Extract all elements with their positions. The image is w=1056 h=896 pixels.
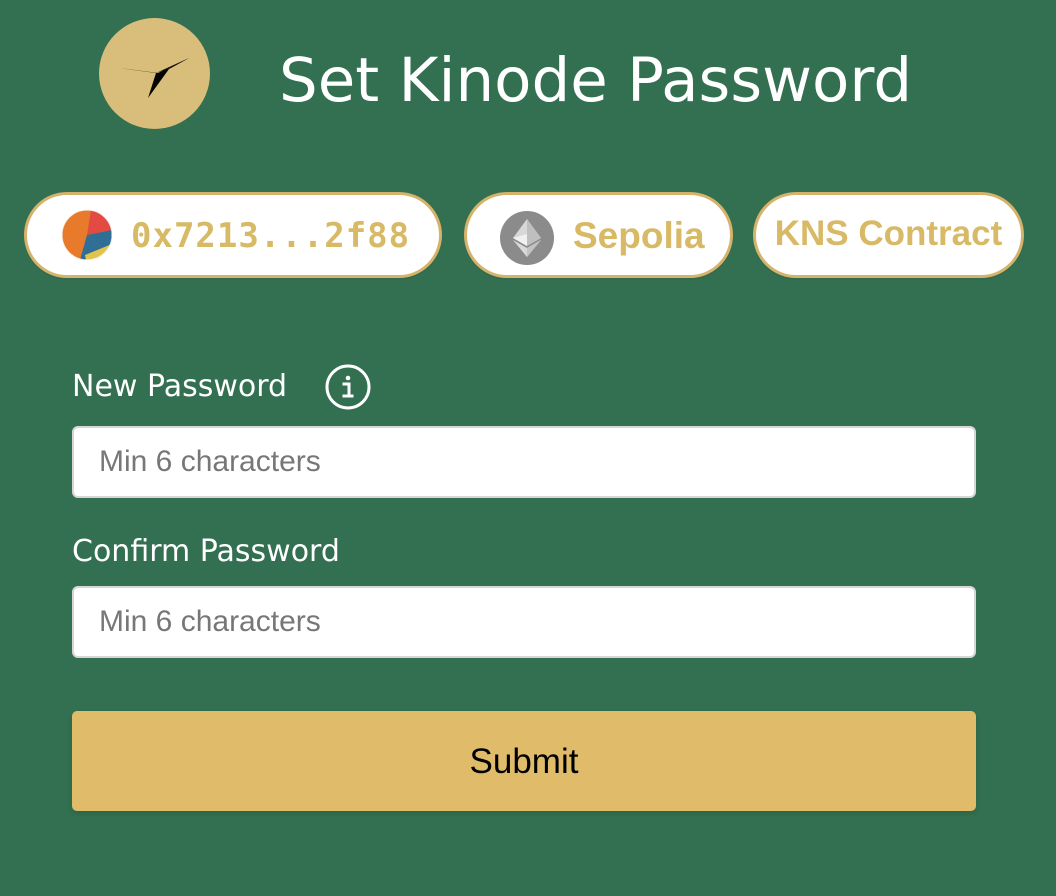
- network-label: Sepolia: [573, 215, 705, 256]
- new-password-label: New Password: [72, 369, 288, 404]
- kns-contract-label: KNS Contract: [774, 214, 1003, 253]
- page-header: Set Kinode Password: [99, 18, 999, 132]
- kinode-bird-icon: [119, 58, 189, 98]
- submit-button[interactable]: Submit: [72, 711, 976, 811]
- confirm-password-label: Confirm Password: [72, 534, 340, 569]
- ethereum-icon: [500, 211, 554, 265]
- kns-contract-button[interactable]: KNS Contract: [753, 192, 1024, 278]
- wallet-address: 0x7213...2f88: [131, 216, 411, 256]
- network-button[interactable]: Sepolia: [464, 192, 733, 278]
- kinode-logo: [99, 18, 210, 129]
- new-password-input[interactable]: [72, 426, 976, 498]
- confirm-password-input[interactable]: [72, 586, 976, 658]
- info-icon[interactable]: [324, 363, 372, 411]
- page-title: Set Kinode Password: [279, 45, 913, 116]
- wallet-avatar-icon: [62, 210, 112, 260]
- wallet-address-button[interactable]: 0x7213...2f88: [24, 192, 442, 278]
